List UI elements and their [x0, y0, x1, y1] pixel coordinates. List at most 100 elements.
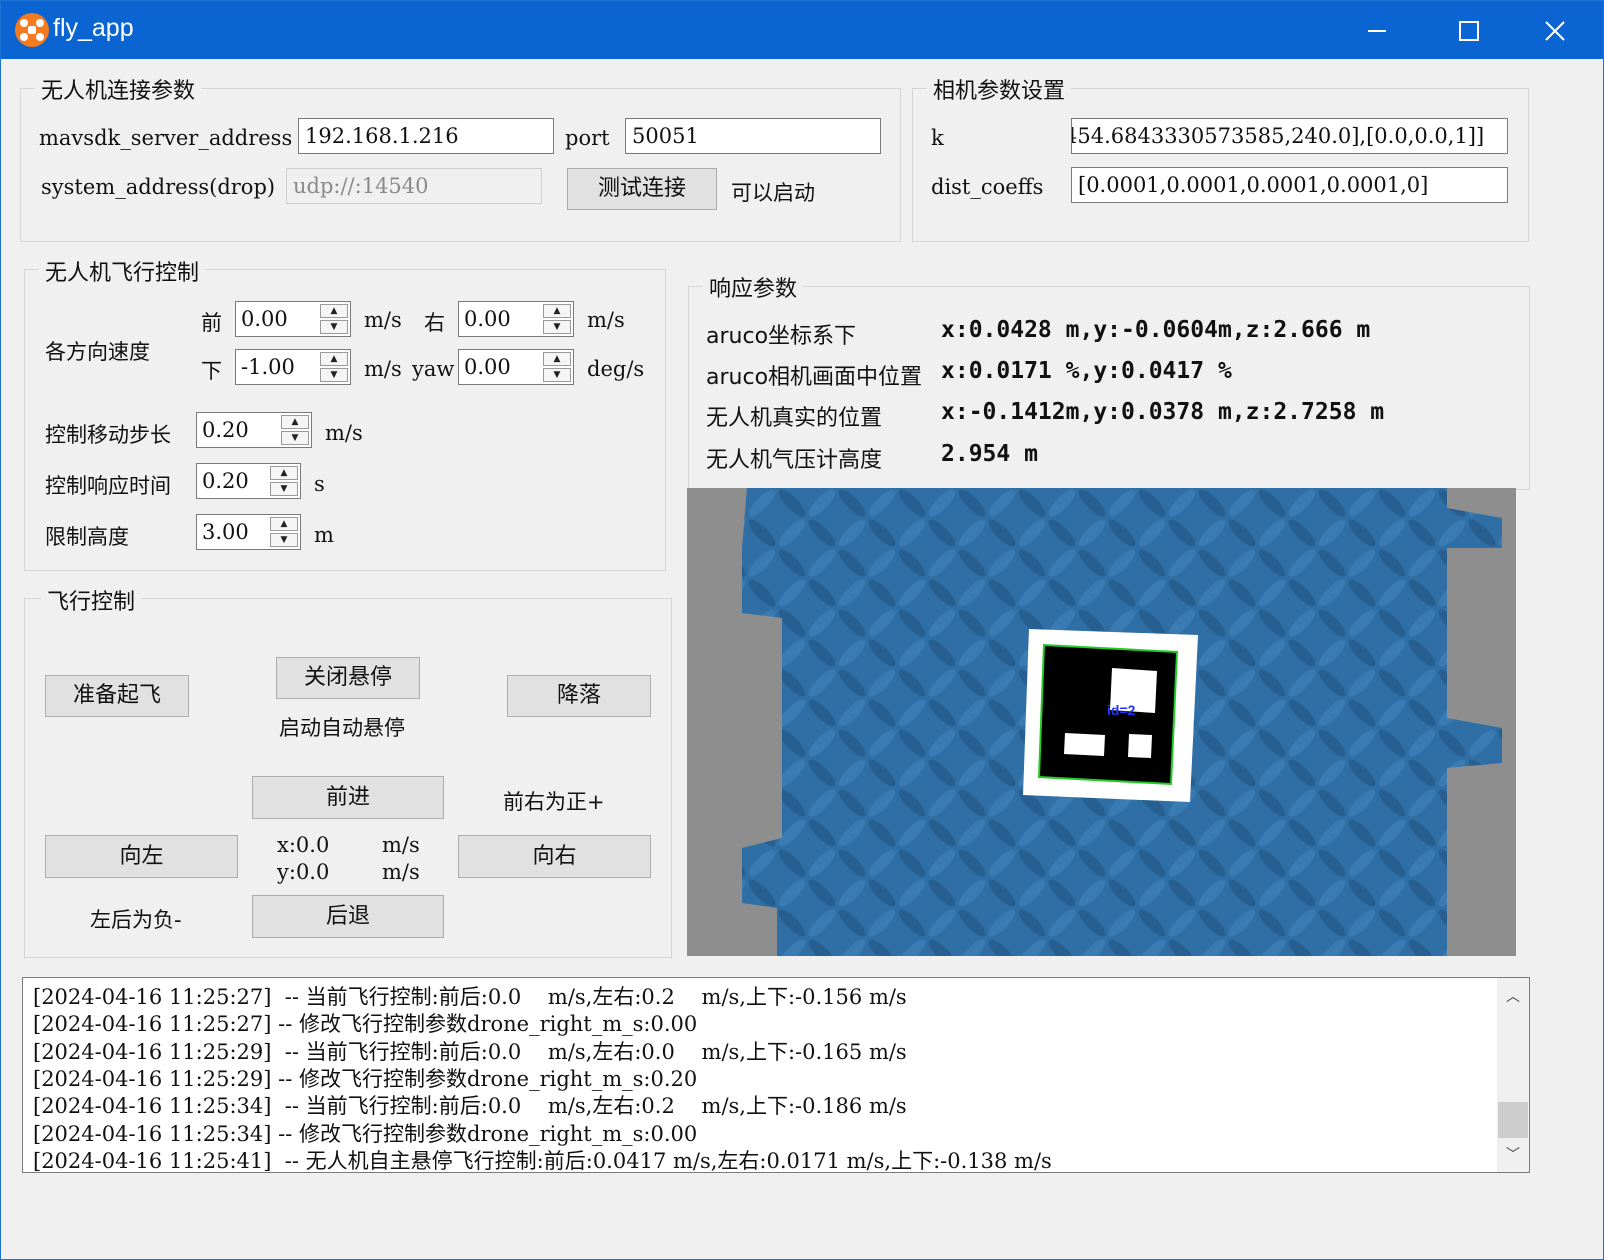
minimize-icon[interactable] [1333, 1, 1421, 59]
speed-label: 各方向速度 [45, 340, 150, 364]
app-window: fly_app 无人机连接参数 mavsdk_server_address 19… [0, 0, 1604, 1260]
barometer-height-label: 无人机气压计高度 [706, 448, 883, 473]
system-address-label: system_address(drop) [41, 175, 276, 199]
aruco-coord-value: x:0.0428 m,y:-0.0604m,z:2.666 m [941, 317, 1371, 343]
log-scrollbar[interactable]: ︿ ﹀ [1497, 978, 1529, 1172]
log-line: [2024-04-16 11:25:27] -- 当前飞行控制:前后:0.0 m… [33, 985, 907, 1009]
connection-group-title: 无人机连接参数 [35, 73, 202, 105]
server-address-input[interactable]: 192.168.1.216 [298, 118, 554, 154]
step-value: 0.20 [202, 418, 249, 442]
spin-up-icon[interactable]: ▲ [543, 304, 571, 318]
log-line: [2024-04-16 11:25:29] -- 当前飞行控制:前后:0.0 m… [33, 1040, 907, 1064]
scroll-thumb[interactable] [1498, 1102, 1528, 1138]
spin-down-icon[interactable]: ▼ [281, 431, 309, 445]
takeoff-button[interactable]: 准备起飞 [45, 675, 189, 717]
server-address-label: mavsdk_server_address [39, 126, 293, 150]
window-title: fly_app [53, 14, 134, 42]
marker-id-label: id=2 [1107, 702, 1136, 718]
aruco-frame-position-value: x:0.0171 %,y:0.0417 % [941, 358, 1232, 384]
connection-status: 可以启动 [731, 181, 815, 205]
response-time-label: 控制响应时间 [45, 474, 171, 498]
title-bar[interactable]: fly_app [1, 1, 1603, 59]
y-speed-unit: m/s [382, 860, 420, 884]
right-speed-value: 0.00 [464, 307, 511, 331]
x-speed-readout: x:0.0 [277, 833, 330, 857]
forward-button[interactable]: 前进 [252, 776, 444, 819]
yaw-unit: deg/s [587, 357, 645, 381]
hover-status: 启动自动悬停 [279, 716, 405, 740]
response-time-value: 0.20 [202, 469, 249, 493]
drone-position-value: x:-0.1412m,y:0.0378 m,z:2.7258 m [941, 399, 1385, 425]
yaw-speed-value: 0.00 [464, 355, 511, 379]
yaw-label: yaw [412, 357, 455, 381]
front-unit: m/s [364, 308, 402, 332]
maximize-icon[interactable] [1425, 1, 1513, 59]
right-unit: m/s [587, 308, 625, 332]
log-textbox[interactable]: [2024-04-16 11:25:27] -- 当前飞行控制:前后:0.0 m… [22, 977, 1530, 1173]
left-button[interactable]: 向左 [45, 835, 238, 878]
test-connection-button[interactable]: 测试连接 [567, 168, 717, 210]
log-line: [2024-04-16 11:25:41] -- 无人机自主悬停飞行控制:前后:… [33, 1149, 1052, 1173]
response-group-title: 响应参数 [703, 271, 804, 303]
down-unit: m/s [364, 357, 402, 381]
close-icon[interactable] [1511, 1, 1599, 59]
aruco-coord-label: aruco坐标系下 [706, 324, 857, 349]
height-limit-label: 限制高度 [45, 525, 129, 549]
spin-up-icon[interactable]: ▲ [270, 517, 298, 531]
scroll-down-icon[interactable]: ﹀ [1497, 1144, 1529, 1164]
back-button[interactable]: 后退 [252, 895, 444, 938]
x-speed-unit: m/s [382, 833, 420, 857]
down-speed-spinbox[interactable]: -1.00 ▲ ▼ [235, 349, 351, 385]
height-limit-value: 3.00 [202, 520, 249, 544]
port-input[interactable]: 50051 [625, 118, 881, 154]
down-label: 下 [201, 359, 222, 383]
right-speed-spinbox[interactable]: 0.00 ▲ ▼ [458, 301, 574, 337]
step-spinbox[interactable]: 0.20 ▲ ▼ [196, 412, 312, 448]
aruco-frame-position-label: aruco相机画面中位置 [706, 365, 923, 390]
down-speed-value: -1.00 [241, 355, 295, 379]
right-label: 右 [424, 311, 445, 335]
y-speed-readout: y:0.0 [277, 860, 330, 884]
spin-down-icon[interactable]: ▼ [320, 320, 348, 334]
step-unit: m/s [325, 421, 363, 445]
spin-up-icon[interactable]: ▲ [320, 352, 348, 366]
log-line: [2024-04-16 11:25:34] -- 当前飞行控制:前后:0.0 m… [33, 1094, 907, 1118]
scroll-up-icon[interactable]: ︿ [1497, 986, 1529, 1006]
spin-up-icon[interactable]: ▲ [281, 415, 309, 429]
port-label: port [565, 126, 610, 150]
k-input[interactable]: 454.6843330573585,240.0],[0.0,0.0,1]] [1071, 118, 1508, 154]
dist-coeffs-input[interactable]: [0.0001,0.0001,0.0001,0.0001,0] [1071, 167, 1508, 203]
spin-down-icon[interactable]: ▼ [270, 482, 298, 496]
camera-group-title: 相机参数设置 [927, 73, 1072, 105]
connection-group [20, 88, 901, 242]
spin-down-icon[interactable]: ▼ [270, 533, 298, 547]
spin-up-icon[interactable]: ▲ [270, 466, 298, 480]
system-address-input: udp://:14540 [286, 168, 542, 204]
front-speed-value: 0.00 [241, 307, 288, 331]
camera-view: id=2 [687, 488, 1516, 956]
log-line: [2024-04-16 11:25:29] -- 修改飞行控制参数drone_r… [33, 1067, 698, 1091]
front-label: 前 [201, 311, 222, 335]
hover-off-button[interactable]: 关闭悬停 [276, 657, 420, 699]
height-limit-spinbox[interactable]: 3.00 ▲ ▼ [196, 514, 301, 550]
log-line: [2024-04-16 11:25:27] -- 修改飞行控制参数drone_r… [33, 1012, 698, 1036]
spin-up-icon[interactable]: ▲ [320, 304, 348, 318]
drone-position-label: 无人机真实的位置 [706, 406, 883, 431]
front-speed-spinbox[interactable]: 0.00 ▲ ▼ [235, 301, 351, 337]
positive-direction-note: 前右为正+ [503, 790, 605, 814]
drone-app-icon [15, 13, 49, 47]
spin-down-icon[interactable]: ▼ [543, 320, 571, 334]
spin-down-icon[interactable]: ▼ [320, 368, 348, 382]
right-button[interactable]: 向右 [458, 835, 651, 878]
flight-params-title: 无人机飞行控制 [39, 255, 206, 287]
barometer-height-value: 2.954 m [941, 441, 1038, 467]
land-button[interactable]: 降落 [507, 675, 651, 717]
camera-group [912, 88, 1529, 242]
negative-direction-note: 左后为负- [90, 908, 182, 932]
spin-up-icon[interactable]: ▲ [543, 352, 571, 366]
height-limit-unit: m [314, 523, 334, 547]
spin-down-icon[interactable]: ▼ [543, 368, 571, 382]
response-time-spinbox[interactable]: 0.20 ▲ ▼ [196, 463, 301, 499]
dist-coeffs-label: dist_coeffs [931, 175, 1044, 199]
yaw-speed-spinbox[interactable]: 0.00 ▲ ▼ [458, 349, 574, 385]
